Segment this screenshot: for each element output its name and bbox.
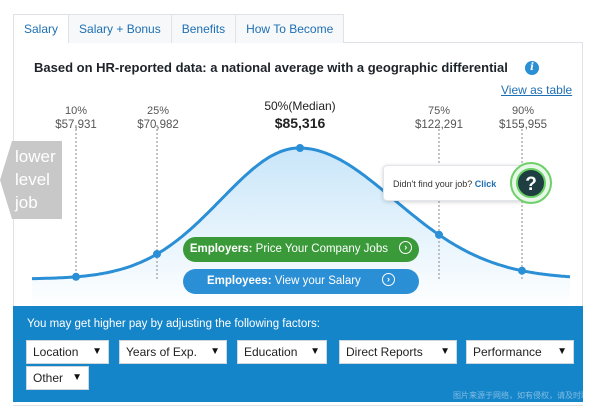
lower-level-job-tag[interactable]: lower level job	[0, 141, 62, 219]
percentile-25: 25% $70,982	[118, 104, 198, 132]
tab-bar: Salary Salary + Bonus Benefits How To Be…	[13, 14, 583, 43]
caret-down-icon: ▼	[72, 372, 82, 383]
employees-button-label: View your Salary	[271, 275, 361, 287]
select-label: Other	[33, 371, 64, 385]
percentile-value: $155,955	[499, 119, 547, 131]
select-label: Location	[33, 345, 79, 359]
salary-chart-card: Based on HR-reported data: a national av…	[13, 43, 583, 309]
percentile-label: 50%(Median)	[264, 99, 336, 113]
percentile-point	[435, 230, 443, 239]
watermark: 图片来源于网络，如有侵权，请及时联系删除	[453, 391, 602, 400]
select-label: Years of Exp.	[126, 345, 197, 359]
caret-down-icon: ▼	[210, 346, 220, 357]
select-label: Performance	[473, 345, 542, 359]
percentile-label: 75%	[427, 105, 451, 117]
percentile-median: 50%(Median) $85,316	[250, 99, 350, 130]
help-badge[interactable]: ?	[510, 162, 552, 204]
percentile-value: $57,931	[55, 119, 97, 131]
tab-how-to-become[interactable]: How To Become	[235, 14, 345, 43]
tag-line: job	[15, 193, 38, 212]
tab-benefits[interactable]: Benefits	[170, 14, 237, 43]
bottom-divider	[13, 405, 583, 406]
help-click-link[interactable]: Click	[475, 179, 497, 189]
employees-view-salary-button[interactable]: Employees: View your Salary ›	[183, 269, 419, 294]
percentile-point	[296, 144, 304, 152]
location-select[interactable]: Location ▼	[26, 340, 109, 364]
caret-down-icon: ▼	[557, 346, 567, 357]
percentile-label: 90%	[511, 105, 535, 117]
tab-salary[interactable]: Salary	[13, 14, 70, 43]
help-text: Didn't find your job?	[393, 179, 475, 189]
factors-panel: You may get higher pay by adjusting the …	[13, 306, 602, 402]
arrow-right-icon: ›	[382, 273, 396, 287]
other-select[interactable]: Other ▼	[26, 366, 89, 390]
caret-down-icon: ▼	[92, 346, 102, 357]
employers-button-label: Price Your Company Jobs	[252, 243, 388, 255]
performance-select[interactable]: Performance ▼	[466, 340, 574, 364]
percentile-10: 10% $57,931	[36, 104, 116, 132]
arrow-right-icon: ›	[399, 241, 413, 255]
percentile-value: $70,982	[137, 119, 179, 131]
select-label: Direct Reports	[346, 345, 423, 359]
education-select[interactable]: Education ▼	[237, 340, 327, 364]
employers-button-prefix: Employers:	[189, 243, 253, 255]
percentile-point	[153, 250, 161, 258]
caret-down-icon: ▼	[440, 346, 450, 357]
percentile-label: 10%	[64, 105, 88, 117]
tag-line: lower	[15, 147, 56, 166]
percentile-point	[72, 272, 80, 281]
percentile-value: $85,316	[274, 115, 326, 131]
percentile-point	[518, 266, 526, 275]
question-icon: ?	[516, 168, 546, 198]
select-label: Education	[244, 345, 298, 359]
factors-title: You may get higher pay by adjusting the …	[27, 318, 321, 330]
percentile-75: 75% $122,291	[399, 104, 479, 132]
percentile-label: 25%	[146, 105, 170, 117]
employers-price-jobs-button[interactable]: Employers: Price Your Company Jobs ›	[183, 237, 419, 262]
percentile-value: $122,291	[415, 119, 463, 131]
tab-salary-bonus[interactable]: Salary + Bonus	[68, 14, 172, 43]
direct-reports-select[interactable]: Direct Reports ▼	[339, 340, 457, 364]
employees-button-prefix: Employees:	[206, 275, 272, 287]
tag-text: lower level job	[15, 145, 61, 214]
tag-line: level	[15, 170, 50, 189]
percentile-90: 90% $155,955	[483, 104, 563, 132]
caret-down-icon: ▼	[310, 346, 320, 357]
years-of-exp-select[interactable]: Years of Exp. ▼	[119, 340, 227, 364]
